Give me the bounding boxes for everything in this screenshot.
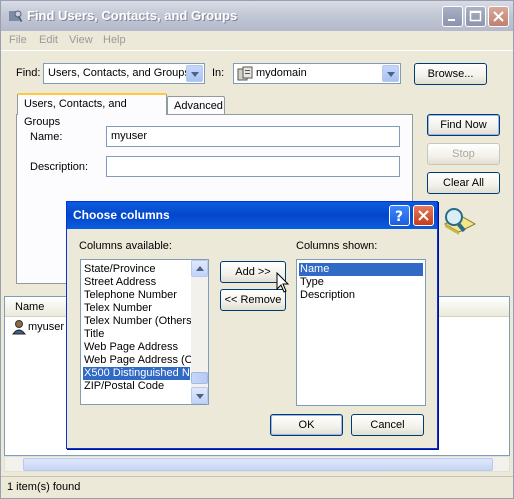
scroll-thumb[interactable] (191, 372, 208, 384)
list-item[interactable]: Web Page Address (O (83, 354, 193, 367)
columns-available-label: Columns available: (79, 240, 172, 252)
list-item[interactable]: Telephone Number (83, 289, 177, 302)
maximize-button[interactable] (465, 6, 486, 27)
cancel-button[interactable]: Cancel (351, 414, 424, 436)
in-location-value: mydomain (256, 67, 307, 79)
list-item-selected[interactable]: Name (299, 263, 423, 276)
clear-all-button[interactable]: Clear All (427, 172, 500, 194)
menu-file[interactable]: File (9, 34, 27, 46)
in-label: In: (212, 67, 225, 79)
horizontal-scrollbar[interactable] (4, 456, 510, 472)
tab-advanced[interactable]: Advanced (167, 96, 225, 116)
close-icon (493, 11, 504, 22)
dialog-title: Choose columns (73, 208, 170, 222)
description-label: Description: (30, 161, 89, 173)
list-item[interactable]: Type (299, 276, 324, 289)
dialog-close-button[interactable] (413, 205, 434, 226)
stop-button[interactable]: Stop (427, 143, 500, 165)
browse-button[interactable]: Browse... (414, 63, 487, 85)
list-item[interactable]: State/Province (83, 263, 156, 276)
chevron-down-icon[interactable] (382, 65, 399, 82)
window-titlebar[interactable]: Find Users, Contacts, and Groups (1, 1, 513, 31)
columns-shown-label: Columns shown: (296, 240, 378, 252)
find-now-button[interactable]: Find Now (427, 114, 500, 136)
mouse-pointer-icon (276, 272, 290, 293)
menu-bar: File Edit View Help (1, 31, 513, 51)
menu-edit[interactable]: Edit (39, 34, 58, 46)
chevron-down-icon[interactable] (186, 65, 203, 82)
find-people-icon (9, 10, 23, 23)
help-icon: ? (395, 209, 403, 225)
help-button[interactable]: ? (389, 205, 410, 226)
list-item[interactable]: Web Page Address (83, 341, 178, 354)
window-title: Find Users, Contacts, and Groups (27, 8, 238, 23)
list-item[interactable]: Street Address (83, 276, 156, 289)
list-item[interactable]: ZIP/Postal Code (83, 380, 164, 393)
list-item[interactable]: Description (299, 289, 355, 302)
close-icon (418, 210, 429, 221)
tab-users-contacts-groups[interactable]: Users, Contacts, and Groups (17, 93, 167, 128)
choose-columns-dialog: Choose columns ? Columns available: Stat… (66, 201, 438, 449)
ok-button[interactable]: OK (270, 414, 343, 436)
columns-shown-list[interactable]: Name Type Description (296, 259, 426, 406)
name-label: Name: (30, 131, 63, 143)
user-icon (11, 320, 27, 335)
maximize-icon (469, 10, 482, 22)
status-bar: 1 item(s) found (1, 476, 513, 498)
column-header-label: Name (15, 301, 45, 313)
vertical-scrollbar[interactable] (191, 260, 208, 404)
minimize-icon (448, 19, 455, 21)
menu-help[interactable]: Help (103, 34, 126, 46)
columns-available-list[interactable]: State/Province Street Address Telephone … (80, 259, 209, 405)
in-location-select[interactable]: mydomain (233, 63, 401, 84)
svg-text:?: ? (395, 209, 403, 225)
name-field[interactable]: myuser (106, 126, 400, 147)
scroll-thumb[interactable] (23, 458, 493, 471)
description-field[interactable] (106, 156, 400, 177)
dialog-titlebar[interactable]: Choose columns ? (67, 202, 437, 229)
name-field-value: myuser (111, 130, 148, 142)
list-item-selected[interactable]: X500 Distinguished Na (83, 367, 196, 380)
status-text: 1 item(s) found (7, 481, 81, 493)
list-item-name: myuser (28, 321, 65, 333)
list-item[interactable]: Telex Number (Others (83, 315, 192, 328)
minimize-button[interactable] (442, 6, 463, 27)
list-item[interactable]: Telex Number (83, 302, 152, 315)
search-animation-icon (443, 208, 477, 235)
domain-icon (237, 66, 253, 81)
close-button[interactable] (488, 6, 509, 27)
find-type-select[interactable]: Users, Contacts, and Groups (43, 63, 205, 84)
find-type-value: Users, Contacts, and Groups (48, 67, 190, 79)
menu-view[interactable]: View (69, 34, 93, 46)
list-item[interactable]: Title (83, 328, 104, 341)
scroll-down-arrow-icon[interactable] (191, 387, 208, 404)
find-label: Find: (16, 67, 41, 79)
scroll-up-arrow-icon[interactable] (191, 260, 208, 277)
